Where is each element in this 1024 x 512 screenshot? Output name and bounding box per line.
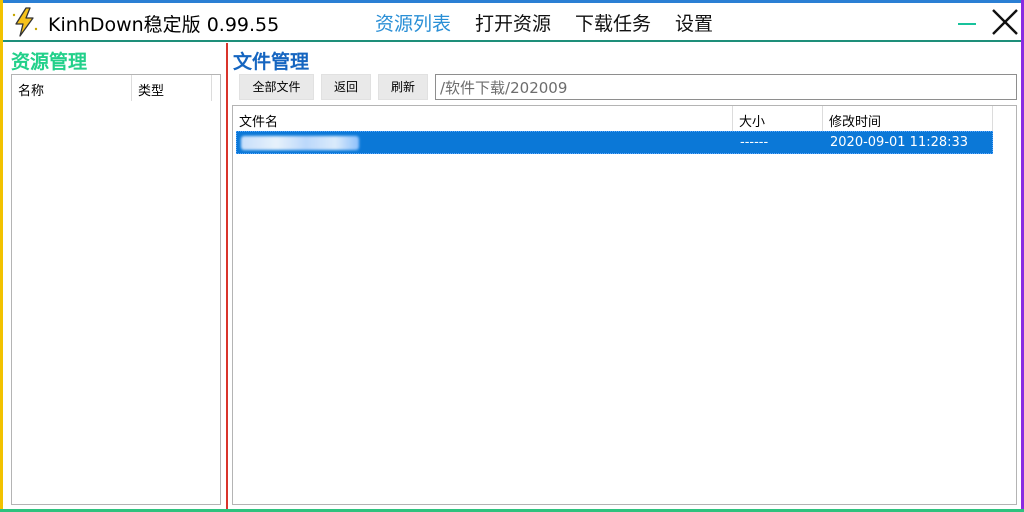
- back-button[interactable]: 返回: [321, 74, 371, 100]
- title-bar: KinhDown稳定版 0.99.55 资源列表 打开资源 下载任务 设置: [3, 3, 1021, 40]
- main-nav: 资源列表 打开资源 下载任务 设置: [363, 9, 725, 36]
- app-title: KinhDown稳定版 0.99.55: [48, 14, 280, 36]
- close-icon[interactable]: [989, 5, 1021, 39]
- resource-list-header: 名称 类型: [12, 75, 220, 101]
- file-size-cell: ------: [740, 135, 769, 150]
- column-type[interactable]: 类型: [132, 75, 212, 101]
- table-row[interactable]: ------ 2020-09-01 11:28:33: [236, 131, 993, 154]
- window-border-left: [0, 0, 3, 512]
- panel-divider[interactable]: [226, 43, 228, 509]
- nav-item-download-tasks[interactable]: 下载任务: [563, 9, 663, 36]
- column-modified[interactable]: 修改时间: [823, 106, 993, 131]
- path-field[interactable]: /软件下载/202009: [435, 74, 1017, 100]
- file-name-redacted: [241, 136, 359, 150]
- nav-item-resource-list[interactable]: 资源列表: [363, 9, 463, 36]
- nav-item-open-resource[interactable]: 打开资源: [463, 9, 563, 36]
- nav-item-settings[interactable]: 设置: [663, 9, 725, 36]
- column-size[interactable]: 大小: [733, 106, 823, 131]
- file-table-header: 文件名 大小 修改时间: [233, 106, 993, 131]
- file-table[interactable]: 文件名 大小 修改时间 ------ 2020-09-01 11:28:33: [232, 105, 1017, 505]
- file-modified-cell: 2020-09-01 11:28:33: [830, 135, 969, 150]
- title-bar-separator: [3, 40, 1021, 42]
- file-management-title: 文件管理: [233, 51, 310, 73]
- column-filename[interactable]: 文件名: [233, 106, 733, 131]
- lightning-icon: [12, 7, 38, 37]
- minimize-icon[interactable]: [955, 5, 979, 39]
- resource-list[interactable]: 名称 类型: [11, 74, 221, 505]
- all-files-button[interactable]: 全部文件: [239, 74, 314, 100]
- refresh-button[interactable]: 刷新: [378, 74, 428, 100]
- resource-management-title: 资源管理: [11, 51, 88, 73]
- column-name[interactable]: 名称: [12, 75, 132, 101]
